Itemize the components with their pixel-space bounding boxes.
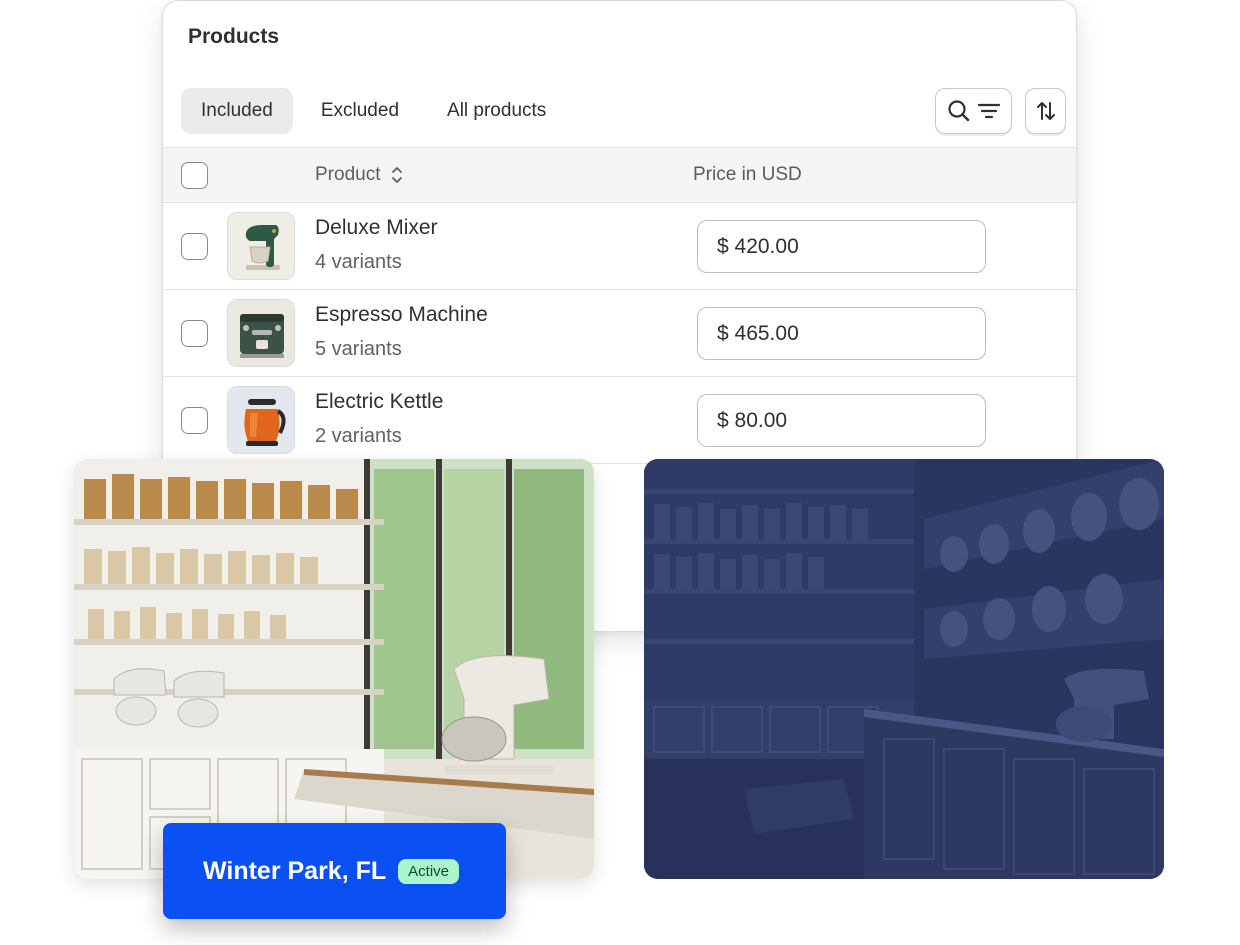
column-header-product[interactable]: Product (315, 164, 404, 186)
row-checkbox[interactable] (181, 407, 208, 434)
status-badge: Active (398, 858, 460, 884)
location-badge[interactable]: Winter Park, FL Active (163, 823, 506, 919)
column-header-price: Price in USD (693, 164, 802, 185)
row-checkbox[interactable] (181, 233, 208, 260)
espresso-machine-icon (227, 299, 295, 367)
store-photo-winter-park[interactable] (74, 459, 594, 879)
sort-button[interactable] (1025, 88, 1066, 134)
table-row[interactable]: Deluxe Mixer 4 variants $ 420.00 (163, 203, 1076, 290)
product-name: Deluxe Mixer (315, 216, 438, 239)
tab-all-products[interactable]: All products (427, 88, 566, 134)
location-name: Winter Park, FL (203, 856, 387, 885)
table-row[interactable]: Espresso Machine 5 variants $ 465.00 (163, 290, 1076, 377)
electric-kettle-icon (227, 386, 295, 454)
product-variants: 4 variants (315, 251, 402, 273)
search-icon (947, 100, 969, 122)
filter-icon (977, 103, 1000, 119)
tab-excluded[interactable]: Excluded (301, 88, 419, 134)
filter-tabs: Included Excluded All products (181, 88, 566, 134)
price-input[interactable]: $ 80.00 (697, 394, 986, 447)
product-variants: 2 variants (315, 425, 402, 447)
product-name: Espresso Machine (315, 303, 488, 326)
product-variants: 5 variants (315, 338, 402, 360)
search-filter-button[interactable] (935, 88, 1012, 134)
column-product-label: Product (315, 164, 381, 185)
tab-included[interactable]: Included (181, 88, 293, 134)
sort-icon (1036, 102, 1055, 120)
row-checkbox[interactable] (181, 320, 208, 347)
select-all-checkbox[interactable] (181, 162, 208, 189)
table-row[interactable]: Electric Kettle 2 variants $ 80.00 (163, 377, 1076, 464)
stand-mixer-icon (227, 212, 295, 280)
price-input[interactable]: $ 465.00 (697, 307, 986, 360)
product-name: Electric Kettle (315, 390, 444, 413)
table-header: Product Price in USD (163, 147, 1076, 203)
store-photo-dimmed[interactable] (644, 459, 1164, 879)
card-title: Products (188, 25, 280, 48)
price-input[interactable]: $ 420.00 (697, 220, 986, 273)
sort-chevron-icon (392, 167, 403, 183)
